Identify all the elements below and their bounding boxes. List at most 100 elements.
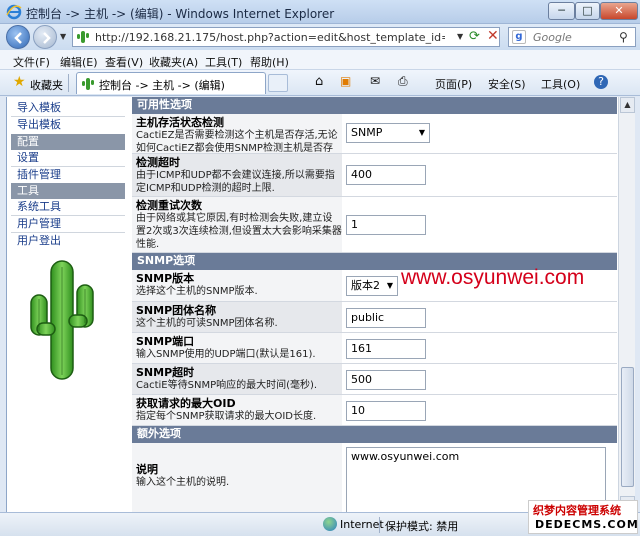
favorites-separator — [68, 74, 69, 92]
page-menu-button[interactable]: 页面(P) — [435, 76, 472, 92]
status-zone: Internet — [340, 518, 384, 531]
sidebar-item-logout[interactable]: 用户登出 — [11, 233, 125, 249]
sidebar-item-export-templates[interactable]: 导出模板 — [11, 117, 125, 133]
scroll-thumb[interactable] — [621, 367, 634, 487]
arrow-left-icon — [14, 32, 22, 44]
field-desc: 由于网络或其它原因,有时检测会失败,建立设置2次或3次连续检测,但设置太大会影响… — [136, 213, 342, 250]
favorites-button[interactable]: 收藏夹 — [30, 77, 63, 93]
ie-logo-icon — [6, 4, 22, 20]
help-button[interactable]: ? — [594, 75, 608, 89]
section-availability: 可用性选项 — [132, 97, 617, 114]
host-edit-form: 可用性选项 主机存活状态检测 CactiEZ是否需要检测这个主机是否存活,无论如… — [132, 97, 617, 512]
sidebar-item-system-tools[interactable]: 系统工具 — [11, 199, 125, 215]
snmp-community-input[interactable]: public — [346, 308, 426, 328]
new-tab-button[interactable] — [268, 74, 288, 92]
ping-retries-input[interactable]: 1 — [346, 215, 426, 235]
stop-icon[interactable]: ✕ — [487, 28, 499, 44]
favorites-star-icon[interactable]: ★ — [13, 74, 26, 90]
menu-file[interactable]: 文件(F) — [13, 54, 50, 70]
arrow-right-icon — [43, 32, 51, 44]
refresh-icon[interactable]: ⟳ — [469, 29, 480, 44]
cacti-logo-icon — [30, 260, 94, 380]
field-title: SNMP版本 — [136, 272, 195, 285]
sidebar-item-user-management[interactable]: 用户管理 — [11, 216, 125, 232]
cacti-favicon-icon — [77, 31, 89, 43]
cacti-tab-icon — [82, 78, 94, 90]
field-title: SNMP端口 — [136, 335, 195, 348]
status-separator — [379, 517, 380, 533]
sidebar-item-plugins[interactable]: 插件管理 — [11, 167, 125, 183]
snmp-timeout-input[interactable]: 500 — [346, 370, 426, 390]
menu-edit[interactable]: 编辑(E) — [60, 54, 98, 70]
field-row-max-oids: 获取请求的最大OID 指定每个SNMP获取请求的最大OID长度. 10 — [132, 395, 617, 426]
safety-menu-button[interactable]: 安全(S) — [488, 76, 526, 92]
address-bar[interactable]: http://192.168.21.175/host.php?action=ed… — [72, 27, 500, 47]
down-detect-value: SNMP — [351, 126, 383, 139]
internet-globe-icon — [323, 517, 337, 531]
chevron-down-icon: ▼ — [386, 281, 393, 290]
tab-label[interactable]: 控制台 -> 主机 -> (编辑) — [99, 77, 225, 93]
address-url[interactable]: http://192.168.21.175/host.php?action=ed… — [95, 31, 445, 44]
field-desc: 输入这个主机的说明. — [136, 477, 230, 488]
field-title: 主机存活状态检测 — [136, 116, 224, 129]
page-scrollbar[interactable]: ▲ ▼ — [618, 97, 635, 512]
home-icon[interactable]: ⌂ — [315, 74, 323, 89]
menu-tools[interactable]: 工具(T) — [205, 54, 242, 70]
sidebar-head-config: 配置 — [11, 134, 125, 150]
print-icon[interactable]: ⎙ — [398, 74, 408, 89]
window-titlebar: 控制台 -> 主机 -> (编辑) - Windows Internet Exp… — [0, 0, 640, 24]
status-protected-mode: 保护模式: 禁用 — [385, 520, 459, 533]
search-placeholder[interactable]: Google — [533, 31, 572, 44]
history-dropdown-icon[interactable]: ▼ — [60, 32, 66, 41]
max-oids-input[interactable]: 10 — [346, 401, 426, 421]
menu-favorites[interactable]: 收藏夹(A) — [149, 54, 198, 70]
tab-active[interactable]: 控制台 -> 主机 -> (编辑) — [76, 72, 266, 94]
address-dropdown-icon[interactable]: ▼ — [457, 32, 463, 41]
down-detect-select[interactable]: SNMP ▼ — [346, 123, 430, 143]
field-desc: 选择这个主机的SNMP版本. — [136, 286, 258, 297]
scroll-up-icon[interactable]: ▲ — [620, 97, 635, 113]
field-row-down-detect: 主机存活状态检测 CactiEZ是否需要检测这个主机是否存活,无论如何Cacti… — [132, 114, 617, 167]
section-extra: 额外选项 — [132, 426, 617, 443]
tools-menu-button[interactable]: 工具(O) — [541, 76, 580, 92]
search-icon[interactable]: ⚲ — [619, 30, 628, 44]
maximize-button[interactable]: □ — [575, 2, 600, 20]
field-desc: 输入SNMP使用的UDP端口(默认是161). — [136, 349, 316, 360]
field-desc: 由于ICMP和UDP都不会建议连接,所以需要指定ICMP和UDP检测的超时上限. — [136, 170, 335, 194]
feeds-icon[interactable]: ▣ — [340, 74, 351, 88]
site-stamp: 织梦内容管理系统 DEDECMS.COM — [528, 500, 638, 534]
search-box[interactable]: g Google ⚲ — [508, 27, 636, 47]
field-title: 检测重试次数 — [136, 199, 202, 212]
field-row-snmp-community: SNMP团体名称 这个主机的可读SNMP团体名称. public — [132, 302, 617, 333]
back-button[interactable] — [6, 25, 30, 49]
sidebar-head-tools: 工具 — [11, 183, 125, 199]
ping-timeout-input[interactable]: 400 — [346, 165, 426, 185]
mail-icon[interactable]: ✉ — [370, 74, 380, 88]
snmp-version-value: 版本2 — [351, 279, 380, 292]
google-logo-icon: g — [512, 30, 526, 44]
menu-view[interactable]: 查看(V) — [105, 54, 143, 70]
field-row-ping-timeout: 检测超时 由于ICMP和UDP都不会建议连接,所以需要指定ICMP和UDP检测的… — [132, 154, 617, 197]
field-title: 检测超时 — [136, 156, 180, 169]
field-title: SNMP超时 — [136, 366, 195, 379]
menu-help[interactable]: 帮助(H) — [250, 54, 289, 70]
minimize-button[interactable]: ─ — [548, 2, 575, 20]
address-toolbar: ▼ http://192.168.21.175/host.php?action=… — [0, 24, 640, 50]
window-title: 控制台 -> 主机 -> (编辑) - Windows Internet Exp… — [26, 7, 335, 21]
forward-button[interactable] — [33, 25, 57, 49]
field-title: 获取请求的最大OID — [136, 397, 236, 410]
stamp-line1: 织梦内容管理系统 — [533, 504, 621, 517]
field-row-snmp-port: SNMP端口 输入SNMP使用的UDP端口(默认是161). 161 — [132, 333, 617, 364]
chevron-down-icon: ▼ — [418, 128, 425, 137]
sidebar: 导入模板 导出模板 配置 设置 插件管理 工具 系统工具 用户管理 用户登出 — [7, 97, 127, 512]
stamp-line2: DEDECMS.COM — [535, 518, 639, 531]
close-button[interactable]: ✕ — [600, 2, 638, 20]
field-row-snmp-timeout: SNMP超时 CactiE等待SNMP响应的最大时间(毫秒). 500 — [132, 364, 617, 395]
snmp-port-input[interactable]: 161 — [346, 339, 426, 359]
sidebar-item-import-templates[interactable]: 导入模板 — [11, 100, 125, 116]
snmp-version-select[interactable]: 版本2 ▼ — [346, 276, 398, 296]
field-title: SNMP团体名称 — [136, 304, 217, 317]
field-desc: CactiE等待SNMP响应的最大时间(毫秒). — [136, 380, 318, 391]
sidebar-item-settings[interactable]: 设置 — [11, 150, 125, 166]
field-title: 说明 — [136, 463, 158, 476]
